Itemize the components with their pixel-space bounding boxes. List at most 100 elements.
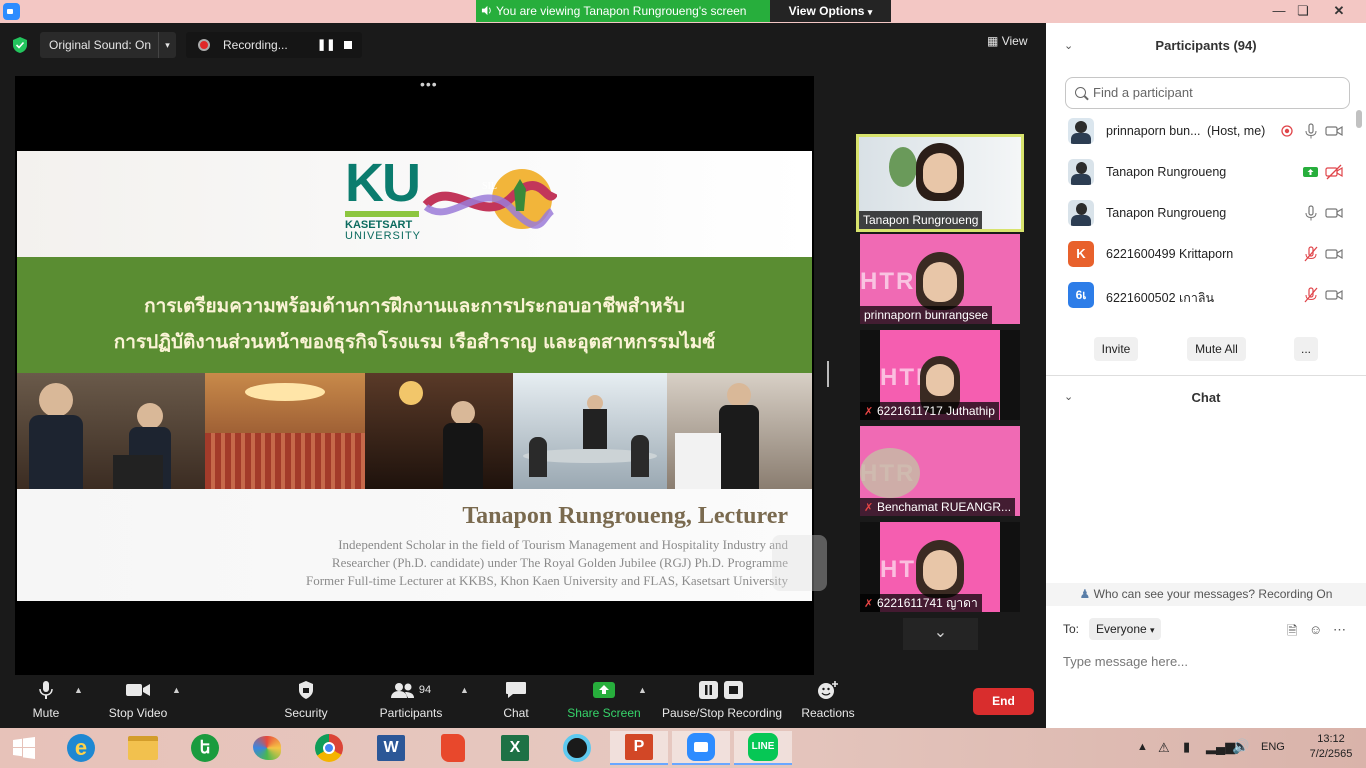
line-icon[interactable]: LINE [734, 731, 792, 765]
video-camera-icon[interactable] [1325, 204, 1343, 222]
slide-footer: Tanapon Rungroueng, Lecturer Independent… [17, 489, 812, 601]
file-explorer-icon[interactable] [114, 731, 172, 765]
microphone-icon[interactable] [1302, 122, 1320, 140]
mute-all-button[interactable]: Mute All [1187, 337, 1246, 361]
file-icon[interactable]: 🗎 [1287, 622, 1297, 644]
microphone-icon[interactable] [1302, 204, 1320, 222]
windows-start-icon[interactable] [0, 731, 48, 765]
chevron-up-icon[interactable]: ▲ [638, 685, 647, 695]
clock-date: 7/2/2565 [1309, 748, 1353, 760]
more-options-button[interactable]: ... [1294, 337, 1318, 361]
video-thumbnail[interactable]: HTR prinnaporn bunrangsee [860, 234, 1020, 324]
video-camera-icon[interactable] [1325, 245, 1343, 263]
chevron-up-icon[interactable]: ▲ [460, 685, 469, 695]
chat-button[interactable]: Chat [496, 675, 536, 728]
video-camera-icon [126, 684, 150, 696]
chrome-icon[interactable] [300, 731, 358, 765]
show-hidden-icons[interactable]: ▲ [1137, 741, 1148, 768]
restore-icon[interactable]: ❏ [1292, 1, 1314, 21]
sil-logo: SIL [422, 169, 557, 229]
mute-button[interactable]: Mute [26, 675, 66, 728]
participant-row[interactable]: Tanapon Rungroueng [1046, 151, 1354, 192]
end-meeting-button[interactable]: End [973, 688, 1034, 715]
video-camera-icon[interactable] [1325, 286, 1343, 304]
chat-visibility-info[interactable]: ♟ Who can see your messages? Recording O… [1046, 583, 1366, 606]
powerpoint-icon[interactable]: P [610, 731, 668, 765]
video-thumbnail[interactable]: HTR ✗Benchamat RUEANGR... [860, 426, 1020, 516]
minimize-icon[interactable]: — [1268, 1, 1290, 21]
security-label: Security [284, 706, 328, 720]
clock[interactable]: 13:12 7/2/2565 [1306, 733, 1356, 768]
video-off-icon[interactable] [1325, 163, 1343, 181]
office-icon[interactable] [424, 731, 482, 765]
input-language[interactable]: ENG [1261, 741, 1285, 768]
close-icon[interactable]: ✕ [1328, 1, 1350, 21]
stop-video-button[interactable]: Stop Video [104, 675, 172, 728]
participant-row[interactable]: Tanapon Rungroueng [1046, 192, 1354, 233]
slide-title-line-1: การเตรียมความพร้อมด้านการฝึกงานและการประ… [144, 295, 685, 317]
restaurant-photo [365, 373, 513, 489]
stop-recording-icon[interactable] [344, 41, 352, 49]
video-thumbnail[interactable]: HTR ✗ 6221611717 Juthathip [860, 330, 1020, 420]
chevron-up-icon[interactable]: ▲ [172, 685, 181, 695]
thumbnail-name-text: Benchamat RUEANGR... [877, 500, 1012, 514]
pause-stop-recording-button[interactable]: Pause/Stop Recording [662, 675, 782, 728]
participant-row[interactable]: prinnaporn bun... (Host, me) [1046, 110, 1354, 151]
view-button[interactable]: ▦ View [987, 34, 1027, 48]
recipient-select[interactable]: Everyone ▾ [1089, 618, 1161, 640]
internet-explorer-icon[interactable]: e [52, 731, 110, 765]
chat-title: Chat [1191, 390, 1221, 405]
emoji-icon [818, 681, 838, 699]
people-icon: ♟ [1079, 587, 1091, 601]
video-thumbnail-active-speaker[interactable]: Tanapon Rungroueng [856, 134, 1024, 232]
view-options-button[interactable]: View Options ▾ [770, 0, 891, 22]
hotel-reception-photo [17, 373, 205, 489]
avatar [1068, 200, 1094, 226]
webex-icon[interactable] [548, 731, 606, 765]
word-icon[interactable]: W [362, 731, 420, 765]
excel-icon[interactable]: X [486, 731, 544, 765]
participant-row[interactable]: K 6221600499 Krittaporn [1046, 233, 1354, 274]
chevron-down-icon[interactable]: ▾ [158, 32, 176, 58]
volume-icon[interactable]: 🔊 [1232, 738, 1249, 768]
lecturer-line-1: Independent Scholar in the field of Tour… [338, 537, 788, 552]
chat-message-input[interactable] [1063, 650, 1353, 672]
battery-icon[interactable]: ▮ [1183, 739, 1190, 768]
participants-scrollbar[interactable] [1356, 110, 1362, 128]
more-icon[interactable]: ⋯ [1333, 622, 1346, 638]
signal-icon[interactable]: ▂▄▆ [1206, 739, 1235, 768]
scroll-thumbnails-down-button[interactable]: ⌄ [903, 618, 978, 650]
zoom-icon[interactable] [672, 731, 730, 765]
thumbnail-name: Tanapon Rungroueng [859, 211, 983, 229]
muted-mic-icon[interactable] [1302, 245, 1320, 263]
pause-recording-icon[interactable]: ❚❚ [317, 32, 335, 58]
video-camera-icon[interactable] [1325, 122, 1343, 140]
find-participant-field[interactable]: Find a participant [1065, 77, 1350, 109]
panel-splitter[interactable] [827, 361, 829, 387]
pause-stop-icon [699, 681, 743, 699]
participants-button[interactable]: 94 Participants [376, 675, 446, 728]
muted-mic-icon[interactable] [1302, 286, 1320, 304]
more-options-icon[interactable]: ••• [420, 76, 438, 92]
reactions-button[interactable]: Reactions [800, 675, 856, 728]
emoji-icon[interactable]: ☺ [1309, 622, 1322, 637]
ku-university: UNIVERSITY [345, 230, 422, 242]
viewing-text: You are viewing Tanapon Rungroueng's scr… [496, 4, 747, 18]
security-button[interactable]: Security [280, 675, 332, 728]
video-thumbnail[interactable]: HTR ✗ 6221611741 ญาดา [860, 522, 1020, 612]
invite-button[interactable]: Invite [1094, 337, 1138, 361]
recording-indicator: Recording... ❚❚ [186, 32, 362, 58]
lecturer-line-3: Former Full-time Lecturer at KKBS, Khon … [306, 573, 788, 588]
participant-row[interactable]: 6เ 6221600502 เกาลิน [1046, 274, 1354, 315]
participant-name: Tanapon Rungroueng [1106, 206, 1227, 220]
network-warning-icon[interactable]: ⚠ [1158, 740, 1170, 768]
paint-icon[interactable] [238, 731, 296, 765]
app-icon[interactable]: ե [176, 731, 234, 765]
chevron-down-icon: ▾ [1150, 625, 1155, 635]
next-slide-button[interactable] [772, 535, 827, 591]
share-screen-button[interactable]: Share Screen [566, 675, 642, 728]
ku-letters: KU [345, 153, 421, 213]
original-sound-button[interactable]: Original Sound: On ▾ [40, 32, 176, 58]
chevron-up-icon[interactable]: ▲ [74, 685, 83, 695]
encryption-shield-icon[interactable] [11, 36, 29, 54]
